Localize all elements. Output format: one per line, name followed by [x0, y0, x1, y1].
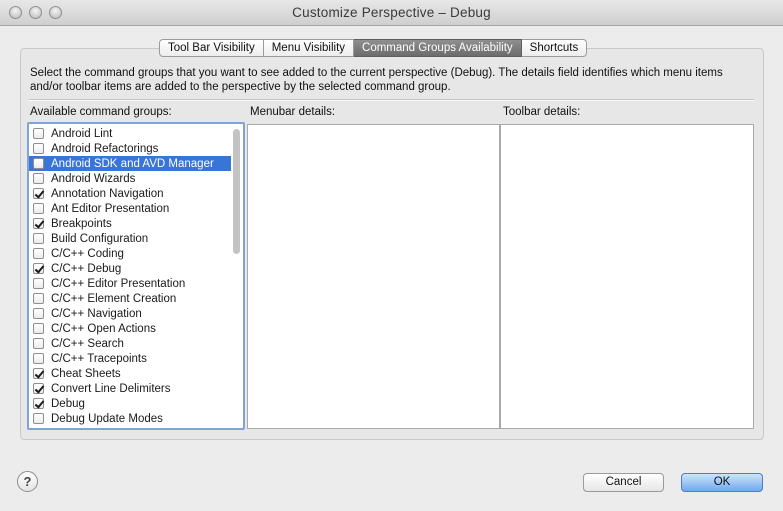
toolbar-details-label: Toolbar details:	[503, 106, 581, 118]
checkbox[interactable]	[33, 188, 44, 199]
checkbox[interactable]	[33, 143, 44, 154]
toolbar-details-box[interactable]	[500, 124, 754, 429]
checkbox[interactable]	[33, 263, 44, 274]
list-item[interactable]: Cheat Sheets	[29, 366, 231, 381]
title-bar: Customize Perspective – Debug	[0, 0, 783, 26]
menubar-details-box[interactable]	[247, 124, 500, 429]
list-item-label: Convert Line Delimiters	[51, 382, 171, 395]
list-item-label: Android Lint	[51, 127, 113, 140]
checkbox[interactable]	[33, 368, 44, 379]
list-item-label: C/C++ Navigation	[51, 307, 142, 320]
checkbox[interactable]	[33, 218, 44, 229]
list-item-label: C/C++ Tracepoints	[51, 352, 147, 365]
tab-bar: Tool Bar Visibility Menu Visibility Comm…	[159, 39, 588, 57]
list-item[interactable]: Android Refactorings	[29, 141, 231, 156]
list-item[interactable]: Convert Line Delimiters	[29, 381, 231, 396]
window-title: Customize Perspective – Debug	[292, 5, 491, 20]
list-item[interactable]: Debug	[29, 396, 231, 411]
tab-tool-bar-visibility[interactable]: Tool Bar Visibility	[159, 39, 264, 57]
tab-menu-visibility[interactable]: Menu Visibility	[263, 39, 355, 57]
list-item-label: C/C++ Search	[51, 337, 124, 350]
list-item[interactable]: C/C++ Search	[29, 336, 231, 351]
list-item[interactable]: Ant Editor Presentation	[29, 201, 231, 216]
list-item[interactable]: Android SDK and AVD Manager	[29, 156, 231, 171]
checkbox[interactable]	[33, 158, 44, 169]
checkbox[interactable]	[33, 233, 44, 244]
divider	[29, 99, 754, 101]
checkbox[interactable]	[33, 323, 44, 334]
checkbox[interactable]	[33, 308, 44, 319]
list-item[interactable]: C/C++ Navigation	[29, 306, 231, 321]
checkbox[interactable]	[33, 173, 44, 184]
tab-shortcuts[interactable]: Shortcuts	[521, 39, 588, 57]
list-item[interactable]: C/C++ Editor Presentation	[29, 276, 231, 291]
list-item-label: Android SDK and AVD Manager	[51, 157, 214, 170]
list-item-label: Android Wizards	[51, 172, 136, 185]
list-item-label: Build Configuration	[51, 232, 149, 245]
list-scrollbar[interactable]	[233, 127, 241, 427]
list-item-label: Debug	[51, 397, 85, 410]
checkbox[interactable]	[33, 353, 44, 364]
list-item[interactable]: Android Wizards	[29, 171, 231, 186]
list-item[interactable]: Android Lint	[29, 126, 231, 141]
available-groups-label: Available command groups:	[30, 106, 172, 118]
list-item-label: C/C++ Editor Presentation	[51, 277, 186, 290]
checkbox[interactable]	[33, 278, 44, 289]
list-item[interactable]: Annotation Navigation	[29, 186, 231, 201]
scrollbar-thumb[interactable]	[233, 129, 240, 254]
checkbox[interactable]	[33, 383, 44, 394]
list-item[interactable]: C/C++ Tracepoints	[29, 351, 231, 366]
list-item-label: Ant Editor Presentation	[51, 202, 170, 215]
list-item[interactable]: C/C++ Element Creation	[29, 291, 231, 306]
list-item-label: Android Refactorings	[51, 142, 159, 155]
checkbox[interactable]	[33, 413, 44, 424]
command-groups-list[interactable]: Android Lint Android Refactorings Android …	[27, 122, 245, 430]
help-button[interactable]: ?	[17, 471, 38, 492]
list-item[interactable]: C/C++ Open Actions	[29, 321, 231, 336]
list-item-label: Debug Update Modes	[51, 412, 163, 425]
ok-button[interactable]: OK	[681, 473, 763, 492]
checkbox[interactable]	[33, 293, 44, 304]
checkbox[interactable]	[33, 398, 44, 409]
list-item[interactable]: C/C++ Coding	[29, 246, 231, 261]
tab-command-groups-availability[interactable]: Command Groups Availability	[354, 39, 522, 57]
list-item-label: Cheat Sheets	[51, 367, 121, 380]
menubar-details-label: Menubar details:	[250, 106, 336, 118]
list-item-label: C/C++ Coding	[51, 247, 124, 260]
list-item-label: C/C++ Element Creation	[51, 292, 177, 305]
checkbox[interactable]	[33, 203, 44, 214]
list-item-label: C/C++ Debug	[51, 262, 122, 275]
list-item[interactable]: Build Configuration	[29, 231, 231, 246]
list-item-label: C/C++ Open Actions	[51, 322, 156, 335]
checkbox[interactable]	[33, 128, 44, 139]
command-groups-items: Android Lint Android Refactorings Android …	[29, 126, 231, 426]
list-item[interactable]: C/C++ Debug	[29, 261, 231, 276]
list-item[interactable]: Debug Update Modes	[29, 411, 231, 426]
list-item-label: Annotation Navigation	[51, 187, 164, 200]
checkbox[interactable]	[33, 338, 44, 349]
cancel-button[interactable]: Cancel	[583, 473, 664, 492]
checkbox[interactable]	[33, 248, 44, 259]
list-item-label: Breakpoints	[51, 217, 112, 230]
description-text: Select the command groups that you want …	[30, 67, 723, 93]
list-item[interactable]: Breakpoints	[29, 216, 231, 231]
